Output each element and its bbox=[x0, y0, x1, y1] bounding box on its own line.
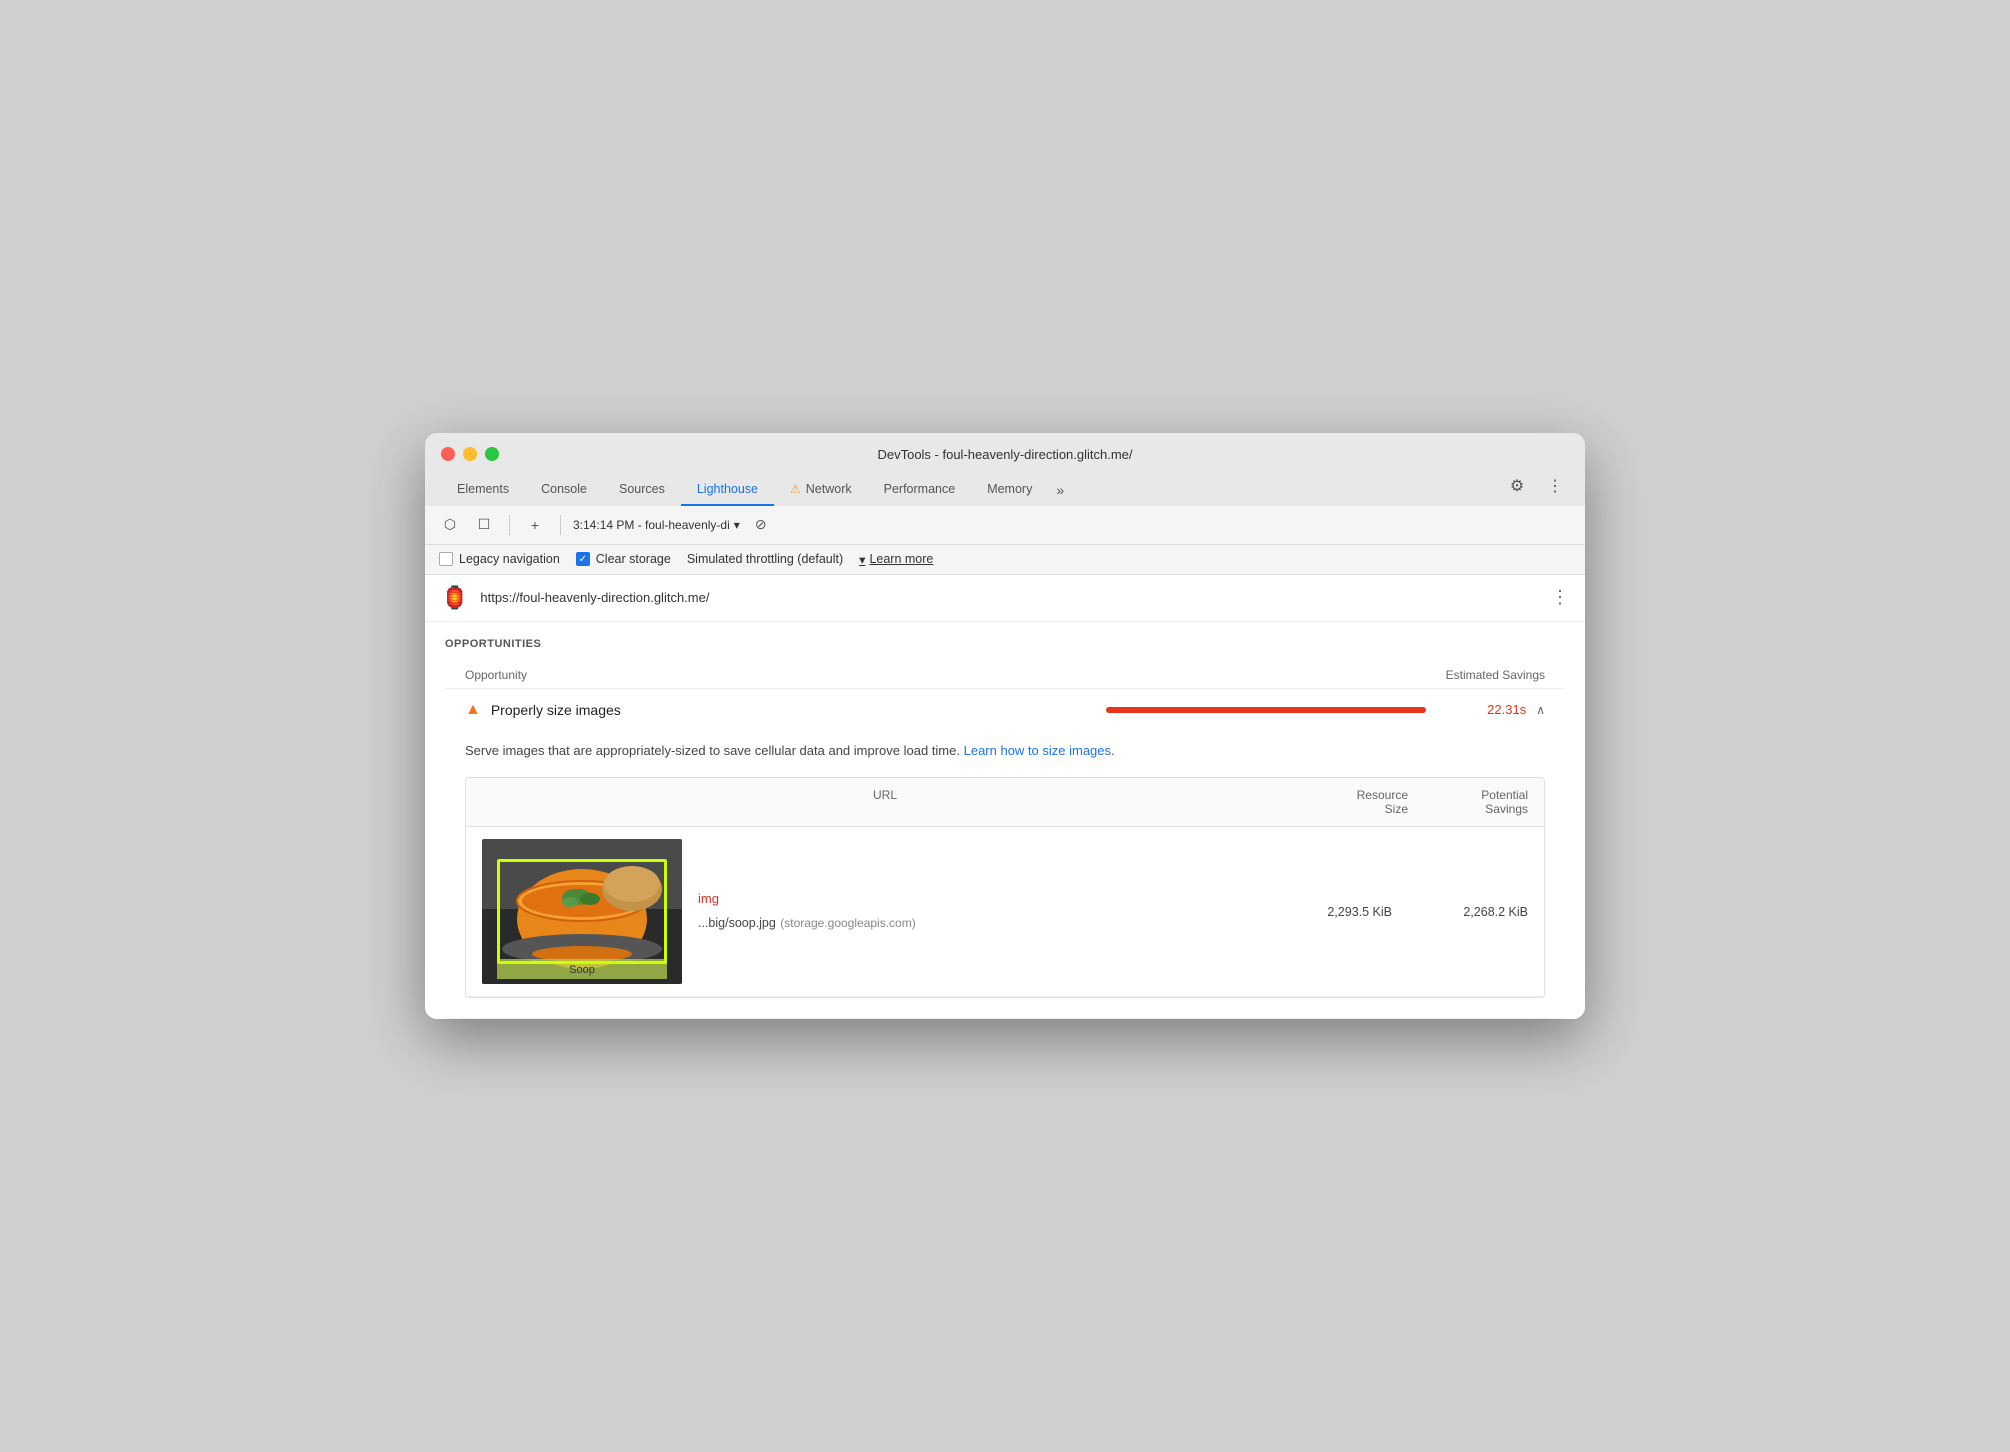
tab-more-button[interactable]: » bbox=[1048, 474, 1072, 506]
settings-icon[interactable]: ⚙ bbox=[1503, 472, 1531, 500]
session-label: 3:14:14 PM - foul-heavenly-di bbox=[573, 518, 730, 532]
col-potential-savings-header: PotentialSavings bbox=[1408, 788, 1528, 816]
devtools-window: DevTools - foul-heavenly-direction.glitc… bbox=[425, 433, 1585, 1020]
image-preview-container: Soop bbox=[482, 839, 682, 984]
tab-memory[interactable]: Memory bbox=[971, 474, 1048, 506]
tab-sources-label: Sources bbox=[619, 482, 665, 496]
expand-chevron-icon[interactable]: ∧ bbox=[1536, 703, 1545, 717]
tab-icons: ⚙ ⋮ bbox=[1503, 472, 1569, 506]
opportunity-bar-container bbox=[1106, 707, 1456, 713]
no-entry-symbol: ⊘ bbox=[755, 516, 767, 533]
opportunity-warning-icon: ▲ bbox=[465, 701, 481, 719]
opportunity-title: Properly size images bbox=[491, 702, 1096, 718]
legacy-navigation-label: Legacy navigation bbox=[459, 552, 560, 566]
col-opportunity-header: Opportunity bbox=[465, 668, 527, 682]
chevron-down-icon: ▾ bbox=[734, 518, 740, 532]
table-header: Opportunity Estimated Savings bbox=[445, 662, 1565, 689]
tab-sources[interactable]: Sources bbox=[603, 474, 681, 506]
toolbar: ⬡ ☐ + 3:14:14 PM - foul-heavenly-di ▾ ⊘ bbox=[425, 506, 1585, 545]
row-potential-savings: 2,268.2 KiB bbox=[1408, 905, 1528, 919]
tab-performance-label: Performance bbox=[884, 482, 956, 496]
clear-storage-label: Clear storage bbox=[596, 552, 671, 566]
cursor-icon[interactable]: ⬡ bbox=[437, 512, 463, 538]
tabs-bar: Elements Console Sources Lighthouse ⚠ Ne… bbox=[441, 472, 1569, 506]
tab-lighthouse[interactable]: Lighthouse bbox=[681, 474, 774, 506]
opportunity-row: ▲ Properly size images 22.31s ∧ Serve im… bbox=[445, 689, 1565, 1020]
learn-more-link[interactable]: ▾ Learn more bbox=[859, 552, 933, 567]
row-resource-size: 2,293.5 KiB bbox=[1272, 905, 1392, 919]
table-row: Soop img ...big/soop.jpg (storage.google… bbox=[466, 827, 1544, 997]
clear-storage-option[interactable]: Clear storage bbox=[576, 552, 671, 566]
legacy-navigation-option[interactable]: Legacy navigation bbox=[439, 552, 560, 566]
tab-console-label: Console bbox=[541, 482, 587, 496]
detail-table-header: URL ResourceSize PotentialSavings bbox=[466, 778, 1544, 827]
options-bar: Legacy navigation Clear storage Simulate… bbox=[425, 545, 1585, 575]
image-overlay bbox=[497, 859, 667, 964]
close-button[interactable] bbox=[441, 447, 455, 461]
row-tag: img bbox=[698, 891, 1256, 906]
tab-elements-label: Elements bbox=[457, 482, 509, 496]
chevron-down-icon-throttling: ▾ bbox=[859, 552, 865, 567]
title-bar: DevTools - foul-heavenly-direction.glitc… bbox=[425, 433, 1585, 506]
opportunity-header[interactable]: ▲ Properly size images 22.31s ∧ bbox=[445, 689, 1565, 731]
network-warning-icon: ⚠ bbox=[790, 482, 801, 496]
legacy-navigation-checkbox[interactable] bbox=[439, 552, 453, 566]
row-filename-source: ...big/soop.jpg (storage.googleapis.com) bbox=[698, 914, 1256, 932]
tab-network-label: Network bbox=[806, 482, 852, 496]
url-bar: 🏮 https://foul-heavenly-direction.glitch… bbox=[425, 575, 1585, 622]
opportunity-savings: 22.31s bbox=[1466, 702, 1526, 717]
url-text: https://foul-heavenly-direction.glitch.m… bbox=[480, 590, 1539, 605]
throttling-label: Simulated throttling (default) bbox=[687, 552, 843, 566]
opportunity-details: Serve images that are appropriately-size… bbox=[445, 731, 1565, 1019]
window-title: DevTools - foul-heavenly-direction.glitc… bbox=[877, 447, 1132, 462]
lighthouse-icon: 🏮 bbox=[441, 585, 468, 611]
learn-more-text: Learn more bbox=[869, 552, 933, 566]
tab-lighthouse-label: Lighthouse bbox=[697, 482, 758, 496]
window-controls bbox=[441, 447, 499, 461]
tab-network[interactable]: ⚠ Network bbox=[774, 474, 868, 506]
detail-table: URL ResourceSize PotentialSavings bbox=[465, 777, 1545, 998]
tab-memory-label: Memory bbox=[987, 482, 1032, 496]
detail-description: Serve images that are appropriately-size… bbox=[465, 741, 1545, 762]
tab-console[interactable]: Console bbox=[525, 474, 603, 506]
svg-text:Soop: Soop bbox=[569, 964, 595, 976]
learn-how-link[interactable]: Learn how to size images bbox=[964, 743, 1111, 758]
row-filename: ...big/soop.jpg bbox=[698, 916, 776, 930]
session-dropdown[interactable]: 3:14:14 PM - foul-heavenly-di ▾ bbox=[573, 518, 740, 532]
add-icon[interactable]: + bbox=[522, 512, 548, 538]
main-content: 🏮 https://foul-heavenly-direction.glitch… bbox=[425, 575, 1585, 1020]
toolbar-separator bbox=[509, 515, 510, 535]
opportunities-title: OPPORTUNITIES bbox=[445, 638, 1565, 650]
clear-storage-checkbox[interactable] bbox=[576, 552, 590, 566]
opportunities-section: OPPORTUNITIES Opportunity Estimated Savi… bbox=[425, 622, 1585, 1020]
col-resource-size-header: ResourceSize bbox=[1288, 788, 1408, 816]
row-source: (storage.googleapis.com) bbox=[780, 916, 915, 930]
customize-icon[interactable]: ⋮ bbox=[1541, 472, 1569, 500]
url-more-icon[interactable]: ⋮ bbox=[1551, 587, 1569, 608]
toolbar-separator-2 bbox=[560, 515, 561, 535]
col-savings-header: Estimated Savings bbox=[1446, 668, 1545, 682]
device-toggle-icon[interactable]: ☐ bbox=[471, 512, 497, 538]
no-entry-icon[interactable]: ⊘ bbox=[748, 512, 774, 538]
maximize-button[interactable] bbox=[485, 447, 499, 461]
minimize-button[interactable] bbox=[463, 447, 477, 461]
opportunity-bar bbox=[1106, 707, 1426, 713]
tab-performance[interactable]: Performance bbox=[868, 474, 972, 506]
image-preview: Soop bbox=[482, 839, 682, 984]
row-info: img ...big/soop.jpg (storage.googleapis.… bbox=[698, 891, 1256, 932]
tab-elements[interactable]: Elements bbox=[441, 474, 525, 506]
col-url-header: URL bbox=[482, 788, 1288, 816]
